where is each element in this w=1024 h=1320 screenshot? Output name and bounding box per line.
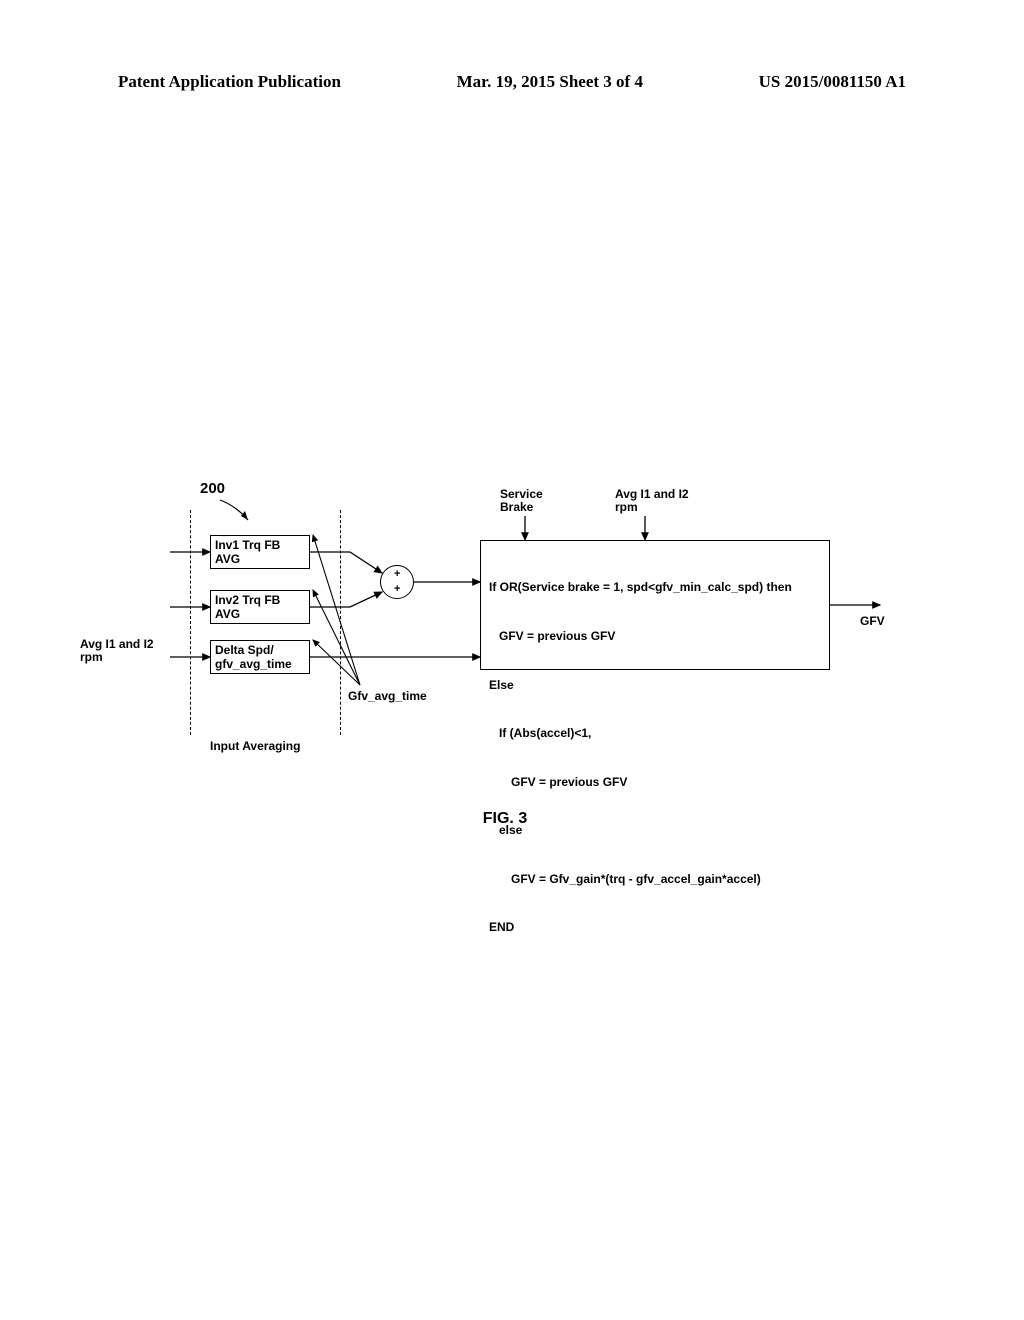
header-center: Mar. 19, 2015 Sheet 3 of 4 — [457, 72, 643, 92]
logic-block: If OR(Service brake = 1, spd<gfv_min_cal… — [480, 540, 830, 670]
dashed-boundary-left — [190, 510, 191, 735]
block-inv1-trq-fb-avg: Inv1 Trq FB AVG — [210, 535, 310, 569]
label-service-brake: Service Brake — [500, 488, 570, 514]
sum-plus-top: + — [394, 568, 400, 580]
label-avg-rpm-top: Avg I1 and I2 rpm — [615, 488, 705, 514]
sum-plus-bottom: + — [394, 583, 400, 595]
logic-line-4: If (Abs(accel)<1, — [499, 725, 821, 741]
diagram-fig3: 200 Inv1 Trq FB AVG Inv2 Trq FB AVG Delt… — [70, 480, 940, 860]
logic-line-2: GFV = previous GFV — [499, 628, 821, 644]
logic-line-5: GFV = previous GFV — [511, 774, 821, 790]
logic-line-1: If OR(Service brake = 1, spd<gfv_min_cal… — [489, 579, 821, 595]
logic-line-8: END — [489, 919, 821, 935]
logic-line-7: GFV = Gfv_gain*(trq - gfv_accel_gain*acc… — [511, 871, 821, 887]
figure-caption: FIG. 3 — [70, 810, 940, 828]
label-avg-rpm-input: Avg I1 and I2 rpm — [80, 638, 170, 664]
logic-line-3: Else — [489, 677, 821, 693]
label-input-averaging: Input Averaging — [210, 740, 300, 753]
header-right: US 2015/0081150 A1 — [759, 72, 906, 92]
label-gfv-avg-time: Gfv_avg_time — [348, 690, 427, 703]
block-inv2-trq-fb-avg: Inv2 Trq FB AVG — [210, 590, 310, 624]
header-left: Patent Application Publication — [118, 72, 341, 92]
block-delta-spd: Delta Spd/ gfv_avg_time — [210, 640, 310, 674]
label-gfv-output: GFV — [860, 615, 885, 628]
dashed-boundary-right — [340, 510, 341, 735]
leader-arrow-icon — [218, 498, 258, 528]
summing-junction: + + — [380, 565, 414, 599]
page-header: Patent Application Publication Mar. 19, … — [118, 72, 906, 92]
ref-label-200: 200 — [200, 480, 225, 497]
